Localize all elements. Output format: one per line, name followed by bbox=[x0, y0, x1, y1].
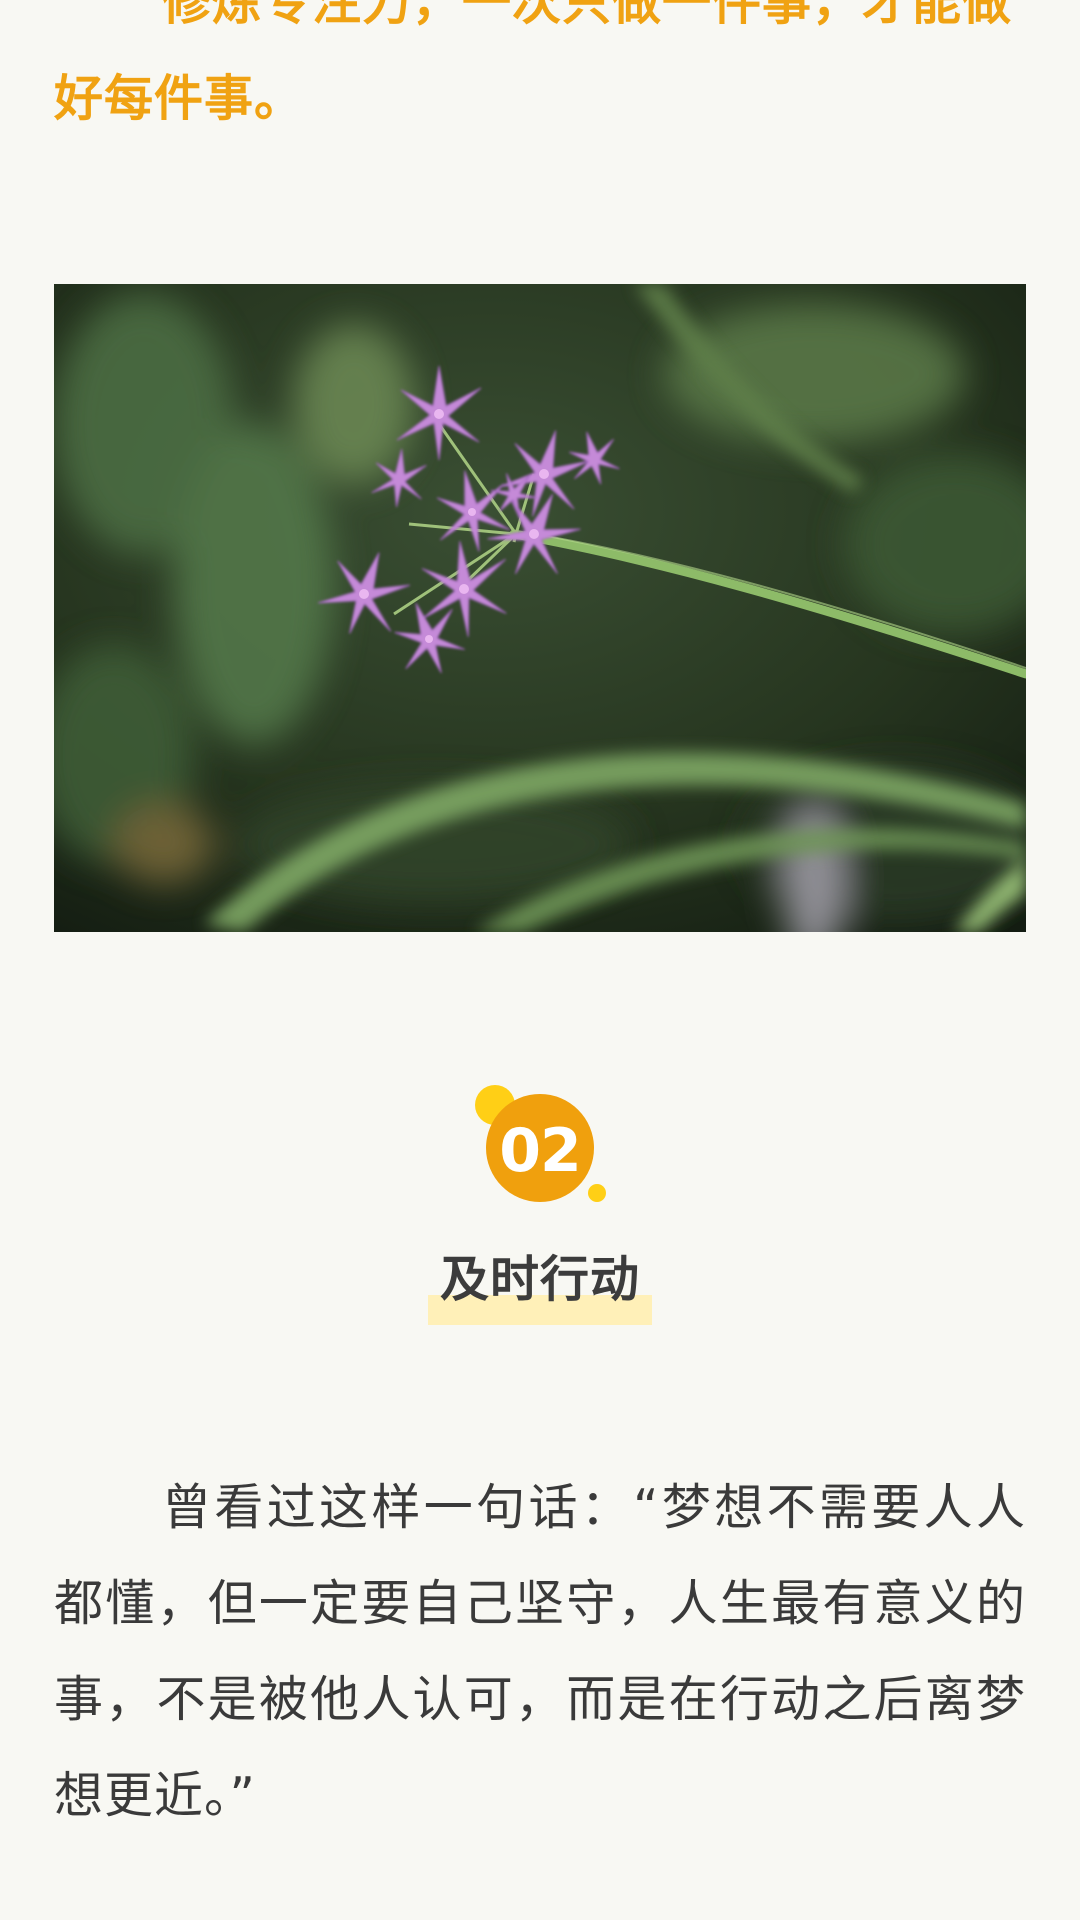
flower-photo bbox=[54, 284, 1026, 932]
top-quote: 修炼专注力，一次只做一件事，才能做好每件事。 bbox=[54, 0, 1013, 127]
section-number-badge: 02 bbox=[470, 1080, 610, 1220]
section-heading: 及时行动 bbox=[0, 1245, 1080, 1325]
section-number: 02 bbox=[499, 1116, 581, 1186]
section-title: 及时行动 bbox=[427, 1245, 652, 1325]
section-title-text: 及时行动 bbox=[439, 1251, 640, 1308]
badge-dot-decoration-small bbox=[588, 1184, 606, 1202]
body-paragraph: 曾看过这样一句话：“梦想不需要人人都懂，但一定要自己坚守，人生最有意义的事，不是… bbox=[54, 1479, 1026, 1824]
badge-circle: 02 bbox=[486, 1094, 594, 1202]
